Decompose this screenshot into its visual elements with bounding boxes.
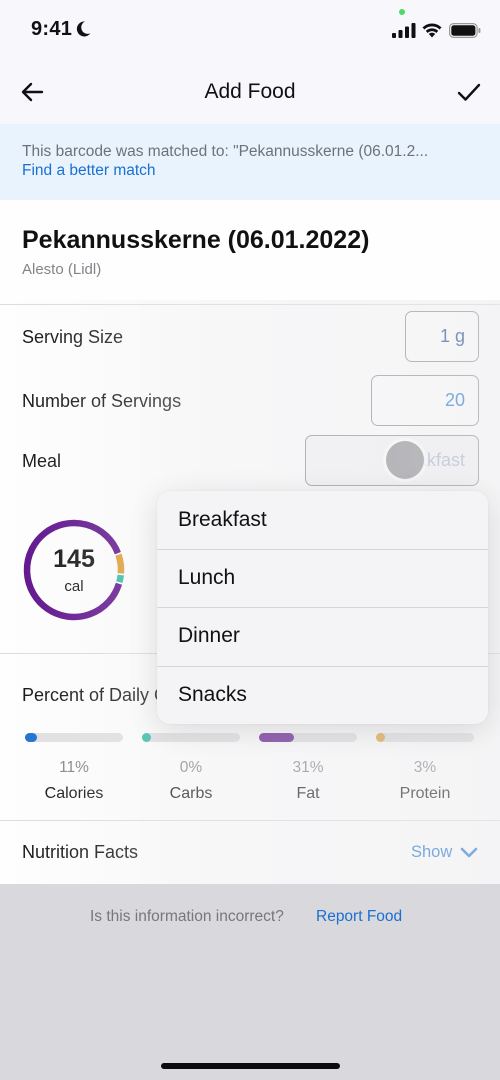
serving-size-label: Serving Size (22, 327, 124, 347)
wifi-icon (422, 23, 442, 38)
number-of-servings-label: Number of Servings (22, 391, 182, 411)
calorie-value: 145 (53, 545, 95, 573)
chevron-down-icon[interactable] (460, 845, 478, 861)
barcode-match-text: This barcode was matched to: "Pekannussk… (22, 143, 429, 160)
nutrition-facts-show-button[interactable]: Show (411, 843, 452, 862)
signal-icon (392, 23, 416, 38)
privacy-indicator-dot (399, 9, 405, 15)
moon-icon (76, 21, 91, 37)
goal-bar-protein (376, 733, 474, 742)
food-brand: Alesto (Lidl) (22, 261, 102, 278)
meal-option-snacks[interactable]: Snacks (157, 666, 488, 724)
goal-bar-fill (259, 733, 294, 742)
goal-name: Fat (296, 785, 320, 802)
meal-option-lunch[interactable]: Lunch (157, 549, 488, 607)
divider (0, 304, 500, 305)
meal-label: Meal (22, 451, 62, 471)
meal-dropdown-menu: Breakfast Lunch Dinner Snacks (157, 491, 488, 724)
nutrition-facts-label: Nutrition Facts (22, 842, 139, 862)
goal-bar-fill (376, 733, 385, 742)
find-better-match-link[interactable]: Find a better match (22, 162, 156, 180)
goal-percent: 31% (292, 759, 324, 776)
goal-bar-fill (142, 733, 151, 742)
page-title: Add Food (204, 80, 296, 103)
goal-percent: 11% (59, 759, 89, 776)
goal-bar-fat (259, 733, 357, 742)
goal-percent: 0% (179, 759, 203, 776)
goal-name: Carbs (169, 785, 213, 802)
report-question: Is this information incorrect? (90, 908, 284, 925)
checkmark-icon[interactable] (454, 78, 484, 106)
status-time: 9:41 (31, 18, 73, 40)
goal-bar-fill (25, 733, 37, 742)
meal-option-breakfast[interactable]: Breakfast (157, 491, 488, 549)
serving-size-field[interactable]: 1 g (405, 311, 479, 362)
goal-name: Protein (399, 785, 451, 802)
goal-bar-carbs (142, 733, 240, 742)
goal-percent: 3% (413, 759, 437, 776)
touch-indicator (386, 441, 424, 479)
calorie-unit: cal (64, 578, 84, 595)
food-name: Pekannusskerne (06.01.2022) (22, 226, 370, 254)
home-indicator (161, 1063, 340, 1069)
meal-option-dinner[interactable]: Dinner (157, 607, 488, 665)
number-of-servings-field[interactable]: 20 (371, 375, 479, 426)
goal-name: Calories (44, 785, 104, 802)
goal-bar-calories (25, 733, 123, 742)
report-food-link[interactable]: Report Food (316, 908, 402, 926)
divider (0, 820, 500, 821)
battery-icon (449, 23, 481, 38)
